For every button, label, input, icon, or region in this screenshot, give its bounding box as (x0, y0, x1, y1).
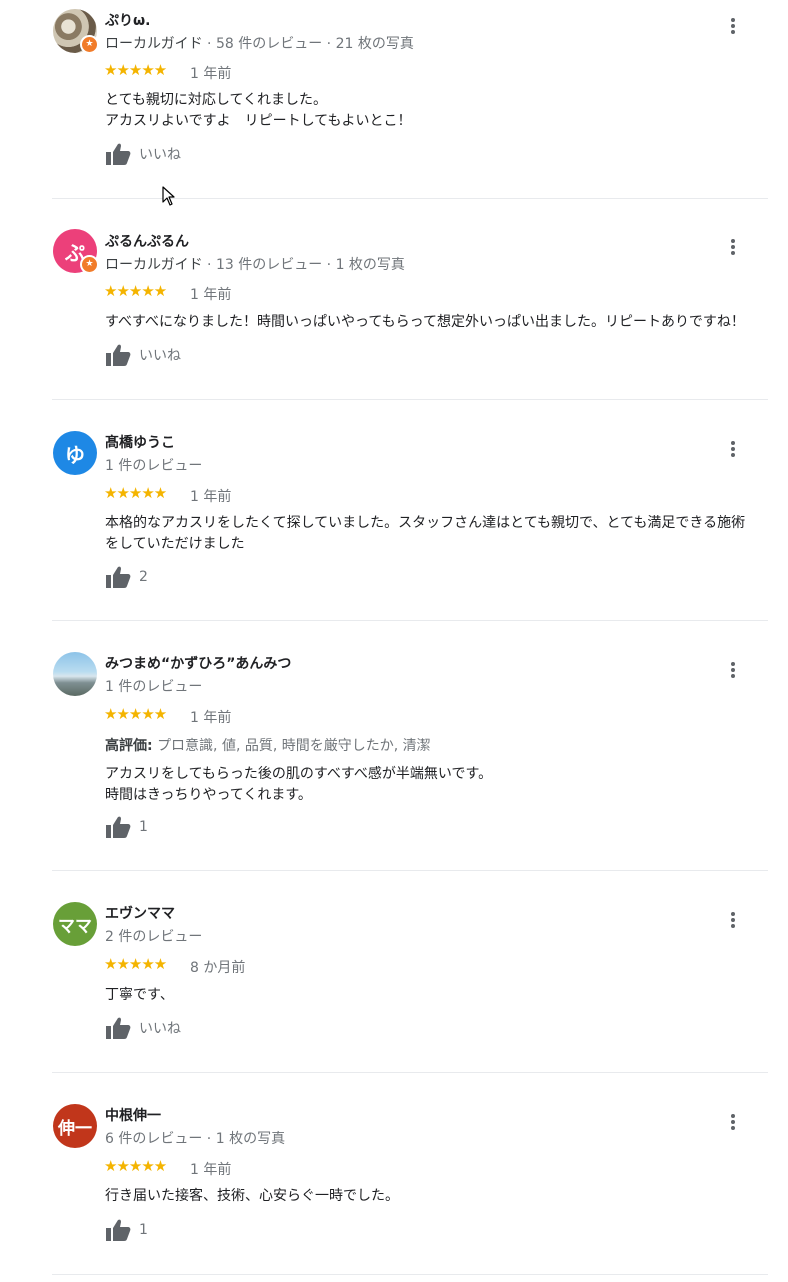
divider (52, 399, 768, 400)
divider (52, 1072, 768, 1073)
star-rating: ★★★★★ (104, 484, 167, 502)
review-date: 1 年前 (190, 710, 232, 726)
review-date: 1 年前 (190, 287, 232, 303)
local-guide-badge-icon: ★ (80, 35, 99, 54)
reviewer-name[interactable]: ぷるんぷるん (105, 231, 189, 251)
like-label: いいね (139, 348, 181, 364)
review-count: 13 件のレビュー · 1 枚の写真 (215, 257, 405, 273)
like-count: 1 (139, 819, 148, 835)
review-text-line: アカスリをしてもらった後の肌のすべすべ感が半端無いです。 (105, 766, 493, 782)
star-rating: ★★★★★ (104, 61, 167, 79)
more-options-icon[interactable] (727, 439, 739, 459)
local-guide-label: ローカルガイド (105, 36, 203, 52)
reviewer-meta: ローカルガイド · 13 件のレビュー · 1 枚の写真 (105, 257, 405, 273)
review-text-line: 行き届いた接客、技術、心安らぐ一時でした。 (105, 1188, 399, 1204)
reviewer-name[interactable]: エヴンママ (105, 903, 175, 923)
thumbs-up-icon (106, 344, 131, 366)
like-button[interactable]: 1 (105, 1218, 148, 1242)
reviewer-meta: ローカルガイド · 58 件のレビュー · 21 枚の写真 (105, 36, 414, 52)
reviewer-name[interactable]: みつまめ“かずひろ”あんみつ (105, 653, 291, 673)
local-guide-label: ローカルガイド (105, 257, 203, 273)
like-button[interactable]: いいね (105, 142, 181, 166)
review-highlights: 高評価: プロ意識, 値, 品質, 時間を厳守したか, 清潔 (105, 735, 431, 755)
star-rating: ★★★★★ (104, 282, 167, 300)
like-button[interactable]: 1 (105, 815, 148, 839)
mouse-cursor-icon (162, 186, 175, 206)
review-count: 1 件のレビュー (105, 679, 203, 695)
review-count: 1 件のレビュー (105, 458, 203, 474)
more-options-icon[interactable] (727, 1112, 739, 1132)
review-count: 58 件のレビュー · 21 枚の写真 (215, 36, 414, 52)
avatar[interactable] (53, 652, 97, 696)
review-count: 2 件のレビュー (105, 929, 203, 945)
like-count: 1 (139, 1222, 148, 1238)
review-date: 1 年前 (190, 489, 232, 505)
more-options-icon[interactable] (727, 16, 739, 36)
review-text-line: 丁寧です、 (105, 987, 174, 1003)
like-button[interactable]: いいね (105, 1016, 181, 1040)
thumbs-up-icon (106, 1017, 131, 1039)
more-options-icon[interactable] (727, 660, 739, 680)
reviewer-name[interactable]: ぷりω. (105, 10, 151, 30)
avatar[interactable]: 伸一 (53, 1104, 97, 1148)
review-text: アカスリをしてもらった後の肌のすべすべ感が半端無いです。 時間はきっちりやってく… (105, 764, 770, 806)
star-rating: ★★★★★ (104, 1157, 167, 1175)
reviewer-name[interactable]: 髙橋ゆうこ (105, 432, 175, 452)
review-text: 本格的なアカスリをしたくて探していました。スタッフさん達はとても親切で、とても満… (105, 513, 770, 555)
review-text-line: とても親切に対応してくれました。 (105, 92, 328, 108)
review-count: 6 件のレビュー · 1 枚の写真 (105, 1131, 286, 1147)
like-count: 2 (139, 569, 148, 585)
thumbs-up-icon (106, 816, 131, 838)
reviewer-name[interactable]: 中根伸一 (105, 1105, 161, 1125)
highlights-values: プロ意識, 値, 品質, 時間を厳守したか, 清潔 (157, 738, 431, 754)
highlights-label: 高評価: (105, 738, 153, 754)
like-label: いいね (139, 1021, 181, 1037)
thumbs-up-icon (106, 566, 131, 588)
review-text-line: 時間はきっちりやってくれます。 (105, 787, 312, 803)
review-text: すべすべになりました！時間いっぱいやってもらって想定外いっぱい出ました。リピート… (105, 312, 770, 333)
review-text: 丁寧です、 (105, 985, 770, 1006)
avatar[interactable]: ゆ (53, 431, 97, 475)
like-label: いいね (139, 147, 181, 163)
review-text: とても親切に対応してくれました。 アカスリよいですよ リピートしてもよいとこ！ (105, 90, 770, 132)
review-text-line: すべすべになりました！時間いっぱいやってもらって想定外いっぱい出ました。リピート… (105, 314, 745, 330)
review-date: 1 年前 (190, 66, 232, 82)
review-text-line: をしていただけました (105, 536, 245, 552)
divider (52, 620, 768, 621)
review-date: 1 年前 (190, 1162, 232, 1178)
review-date: 8 か月前 (190, 960, 246, 976)
thumbs-up-icon (106, 1219, 131, 1241)
more-options-icon[interactable] (727, 910, 739, 930)
thumbs-up-icon (106, 143, 131, 165)
local-guide-badge-icon: ★ (80, 255, 99, 274)
review-text-line: アカスリよいですよ リピートしてもよいとこ！ (105, 113, 412, 129)
star-rating: ★★★★★ (104, 955, 167, 973)
divider (52, 870, 768, 871)
review-text-line: 本格的なアカスリをしたくて探していました。スタッフさん達はとても親切で、とても満… (105, 515, 746, 531)
divider (52, 1274, 768, 1275)
avatar[interactable]: ママ (53, 902, 97, 946)
review-text: 行き届いた接客、技術、心安らぐ一時でした。 (105, 1186, 770, 1207)
more-options-icon[interactable] (727, 237, 739, 257)
star-rating: ★★★★★ (104, 705, 167, 723)
like-button[interactable]: いいね (105, 343, 181, 367)
like-button[interactable]: 2 (105, 565, 148, 589)
divider (52, 198, 768, 199)
